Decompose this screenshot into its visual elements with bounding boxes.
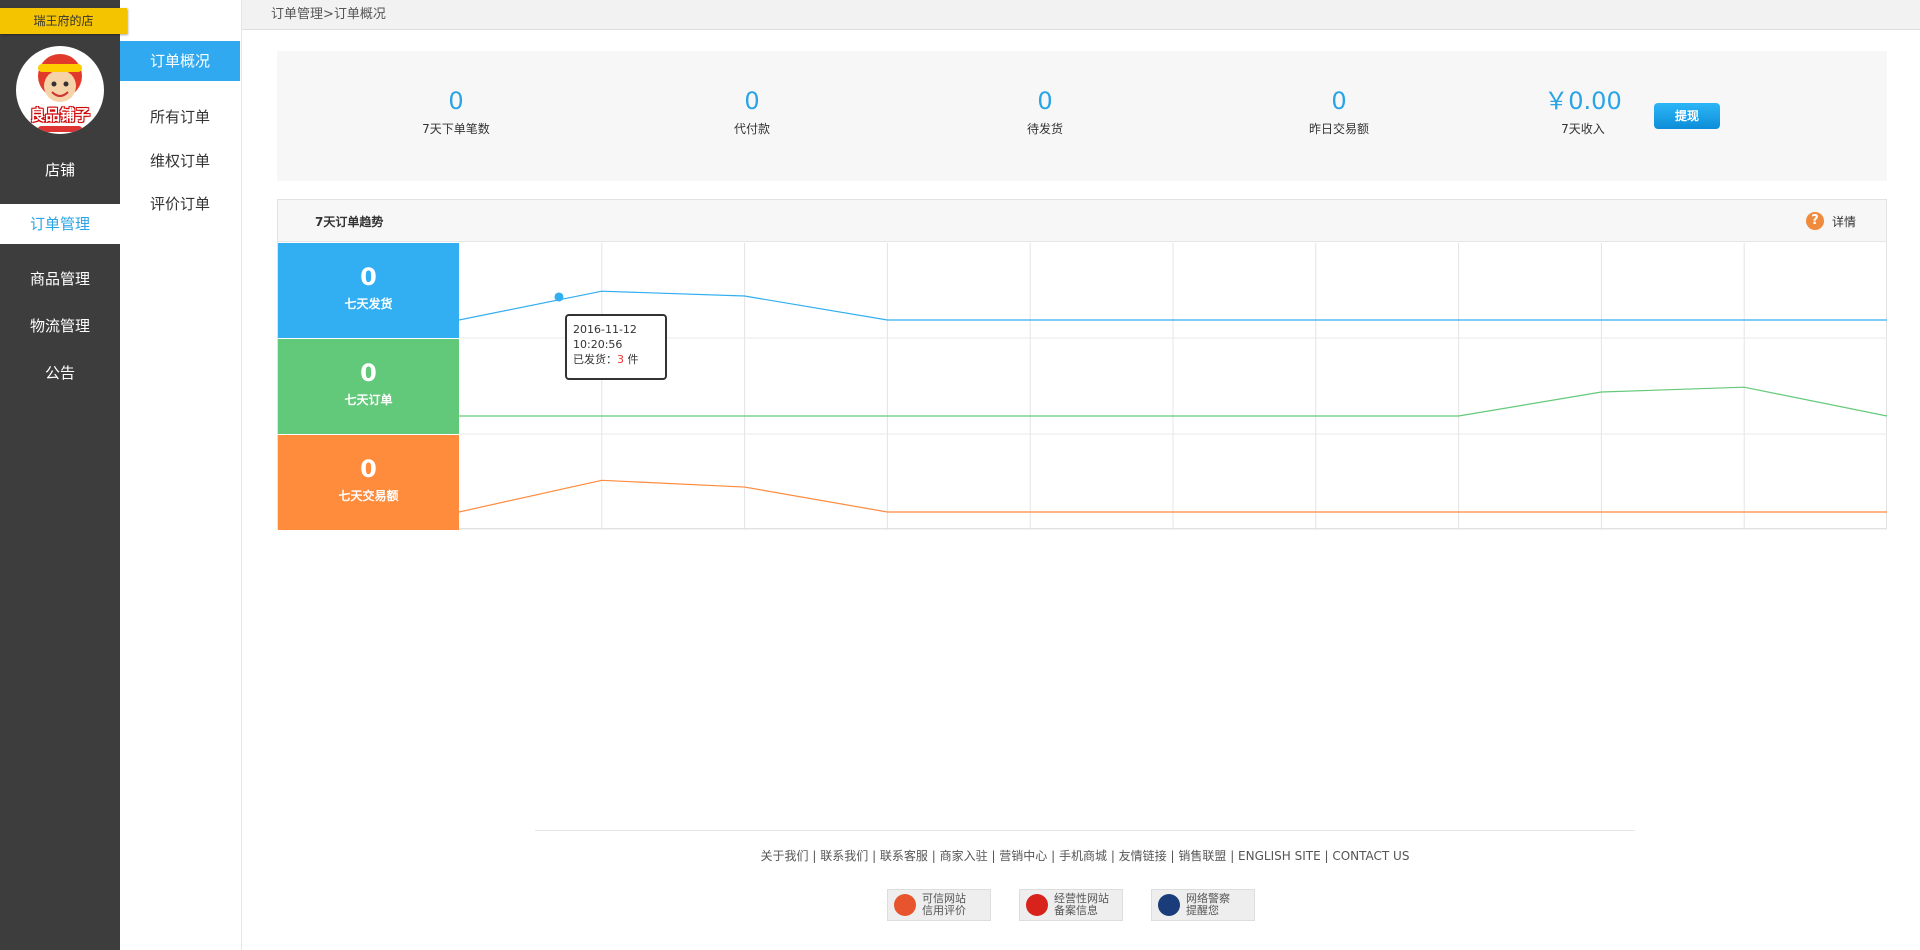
nav-item-shop[interactable]: 店铺 — [0, 150, 120, 190]
trend-title: 7天订单趋势 — [315, 215, 384, 229]
order-trend-panel: 7天订单趋势 ? 详情 0 七天发货 0 七天订单 0 七天交易额 — [277, 199, 1887, 530]
footer-divider — [535, 830, 1635, 831]
footer-link[interactable]: ENGLISH SITE — [1238, 849, 1321, 863]
tooltip-suffix: 件 — [624, 353, 639, 366]
stat-value: ￥0.00 — [1544, 87, 1622, 115]
stat-label: 7天下单笔数 — [422, 122, 490, 136]
badge-line: 信用评价 — [922, 904, 966, 917]
shop-name-tag: 瑞王府的店 — [0, 8, 127, 34]
stat-label: 待发货 — [1026, 122, 1063, 136]
withdraw-button[interactable]: 提现 — [1654, 103, 1720, 129]
cyber-police-icon — [1158, 894, 1180, 916]
footer-separator: | — [1166, 849, 1179, 863]
subnav-item-rights-orders[interactable]: 维权订单 — [120, 141, 240, 181]
stat-label: 代付款 — [733, 122, 770, 136]
help-icon[interactable]: ? — [1805, 212, 1824, 230]
box-value: 0 — [360, 455, 377, 483]
footer-separator: | — [868, 849, 880, 863]
nav-item-order-management[interactable]: 订单管理 — [0, 204, 120, 244]
stat-value: 0 — [448, 87, 464, 115]
footer-link[interactable]: CONTACT US — [1332, 849, 1409, 863]
tooltip-time: 10:20:56 — [573, 338, 623, 351]
tooltip-shipped: 已发货：3 件 — [573, 352, 659, 367]
box-7day-shipped: 0 七天发货 — [278, 243, 459, 338]
stat-yesterday-volume: 0 昨日交易额 — [1239, 87, 1439, 137]
badge-line: 备案信息 — [1054, 904, 1098, 917]
breadcrumb: 订单管理>订单概况 — [242, 0, 1920, 30]
stat-value: 0 — [744, 87, 760, 115]
footer-separator: | — [1107, 849, 1119, 863]
box-7day-volume: 0 七天交易额 — [278, 435, 459, 530]
detail-label[interactable]: 详情 — [1832, 213, 1856, 230]
stat-7day-income: ￥0.00 7天收入 — [1483, 87, 1683, 137]
sub-sidebar: 订单概况 所有订单 维权订单 评价订单 — [120, 0, 242, 950]
footer-links: 关于我们 | 联系我们 | 联系客服 | 商家入驻 | 营销中心 | 手机商城 … — [535, 847, 1635, 864]
footer-separator: | — [808, 849, 821, 863]
subnav-item-all-orders[interactable]: 所有订单 — [120, 97, 240, 137]
footer-badges: 可信网站 信用评价 经营性网站 备案信息 网络警察 提醒您 — [887, 889, 1255, 921]
footer-separator: | — [987, 849, 1000, 863]
footer-link[interactable]: 销售联盟 — [1178, 849, 1226, 863]
detail-link[interactable]: ? 详情 — [1805, 212, 1856, 230]
chart-tooltip: 2016-11-12 10:20:56 已发货：3 件 — [565, 314, 667, 380]
badge-text: 经营性网站 备案信息 — [1054, 893, 1109, 917]
footer-link[interactable]: 联系我们 — [820, 849, 868, 863]
stat-pending-shipment: 0 待发货 — [945, 87, 1145, 137]
nav-item-logistics-management[interactable]: 物流管理 — [0, 306, 120, 346]
footer-separator: | — [1047, 849, 1059, 863]
highlight-point — [554, 292, 564, 302]
footer-link[interactable]: 友情链接 — [1119, 849, 1167, 863]
tooltip-date: 2016-11-12 — [573, 323, 637, 336]
stat-label: 昨日交易额 — [1308, 122, 1369, 136]
footer-badge[interactable]: 网络警察 提醒您 — [1151, 889, 1255, 921]
box-value: 0 — [360, 263, 377, 291]
trend-header: 7天订单趋势 ? 详情 — [278, 200, 1886, 242]
breadcrumb-text[interactable]: 订单管理>订单概况 — [271, 7, 386, 22]
footer-separator: | — [1320, 849, 1333, 863]
footer-link[interactable]: 手机商城 — [1059, 849, 1107, 863]
footer-link[interactable]: 商家入驻 — [940, 849, 988, 863]
footer-separator: | — [1226, 849, 1239, 863]
stat-value: 0 — [1331, 87, 1347, 115]
footer-badge[interactable]: 经营性网站 备案信息 — [1019, 889, 1123, 921]
police-badge-icon — [1026, 894, 1048, 916]
nav-item-product-management[interactable]: 商品管理 — [0, 259, 120, 299]
box-label: 七天交易额 — [338, 489, 399, 503]
tooltip-count: 3 — [617, 353, 624, 366]
stat-7day-orders: 0 7天下单笔数 — [356, 87, 556, 137]
subnav-item-order-overview[interactable]: 订单概况 — [120, 41, 240, 81]
shop-logo: 良品铺子 — [16, 46, 104, 134]
nav-item-announcement[interactable]: 公告 — [0, 353, 120, 393]
box-value: 0 — [360, 359, 377, 387]
subnav-item-review-orders[interactable]: 评价订单 — [120, 184, 240, 224]
badge-text: 可信网站 信用评价 — [922, 893, 966, 917]
badge-line: 提醒您 — [1186, 904, 1219, 917]
footer-link[interactable]: 营销中心 — [999, 849, 1047, 863]
footer-separator: | — [927, 849, 940, 863]
shop-logo-text: 良品铺子 — [29, 106, 90, 124]
main-sidebar: 良品铺子 店铺 订单管理 商品管理 物流管理 公告 — [0, 0, 120, 950]
box-label: 七天发货 — [344, 297, 393, 311]
tooltip-prefix: 已发货： — [573, 353, 617, 366]
box-label: 七天订单 — [344, 393, 393, 407]
stat-pending-payment: 0 代付款 — [652, 87, 852, 137]
trust-icon — [894, 894, 916, 916]
badge-text: 网络警察 提醒您 — [1186, 893, 1230, 917]
stat-value: 0 — [1037, 87, 1053, 115]
footer-link[interactable]: 联系客服 — [880, 849, 928, 863]
box-7day-orders: 0 七天订单 — [278, 339, 459, 434]
footer-link[interactable]: 关于我们 — [761, 849, 809, 863]
trend-chart — [459, 243, 1887, 530]
stat-label: 7天收入 — [1561, 122, 1605, 136]
footer-badge[interactable]: 可信网站 信用评价 — [887, 889, 991, 921]
logo-ribbon — [38, 126, 82, 132]
stats-panel: 0 7天下单笔数 0 代付款 0 待发货 0 昨日交易额 ￥0.00 7天收入 … — [277, 51, 1887, 181]
